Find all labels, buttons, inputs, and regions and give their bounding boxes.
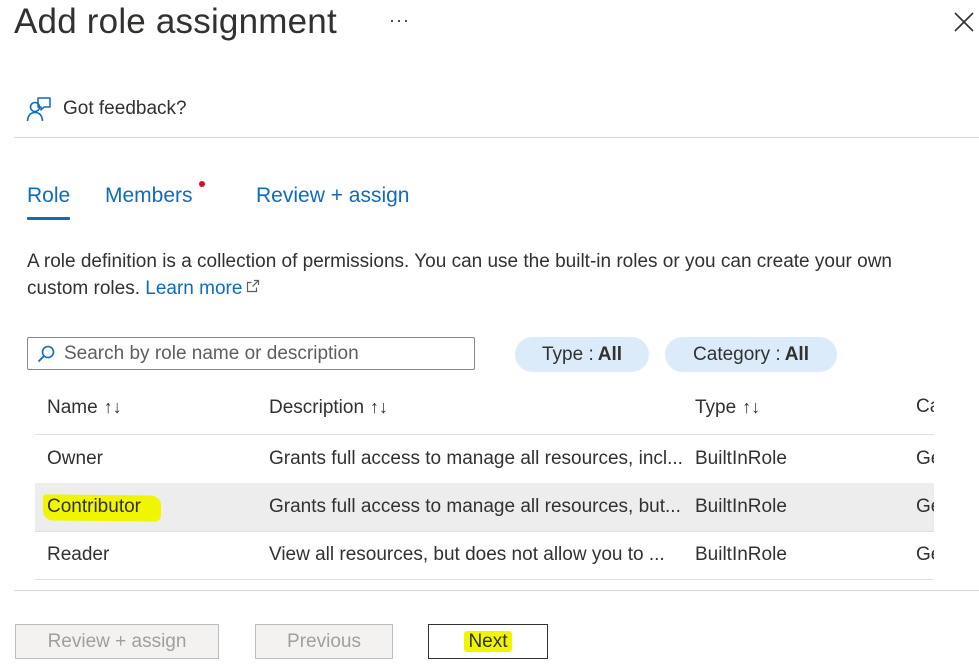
- column-header-description[interactable]: Description ↑↓: [269, 385, 388, 433]
- role-name: Reader: [47, 544, 110, 565]
- column-header-type[interactable]: Type ↑↓: [695, 385, 760, 433]
- table-header-row: Name↑↓ Description↑↓ Type↑↓ Ca: [35, 385, 934, 435]
- tab-review-assign-label: Review + assign: [256, 184, 410, 207]
- table-row-owner[interactable]: Owner Grants full access to manage all r…: [35, 435, 934, 484]
- tab-role-label: Role: [27, 184, 71, 207]
- role-type: BuiltInRole: [695, 544, 787, 565]
- role-description-text: A role definition is a collection of per…: [27, 248, 932, 302]
- more-options-button[interactable]: ···: [389, 10, 410, 31]
- column-header-category-label: Ca: [916, 396, 934, 417]
- page-title: Add role assignment: [14, 2, 337, 41]
- column-header-name[interactable]: Name ↑↓: [47, 385, 122, 433]
- role-category: Ge: [916, 544, 934, 565]
- external-link-icon: [247, 279, 260, 293]
- sort-arrows-icon[interactable]: ↑↓: [742, 397, 760, 417]
- table-row-reader[interactable]: Reader View all resources, but does not …: [35, 531, 934, 580]
- role-description: View all resources, but does not allow y…: [269, 544, 665, 565]
- role-category: Ge: [916, 496, 934, 517]
- tab-members[interactable]: Members: [105, 184, 193, 208]
- type-filter-value: All: [597, 343, 623, 365]
- role-search-box[interactable]: [27, 337, 475, 370]
- review-assign-button[interactable]: Review + assign: [15, 624, 219, 659]
- previous-button[interactable]: Previous: [255, 624, 393, 659]
- footer-divider: [14, 590, 979, 591]
- column-header-type-label: Type: [695, 397, 737, 418]
- members-notification-dot: [199, 181, 205, 187]
- role-name: Contributor: [47, 496, 141, 517]
- close-button[interactable]: [952, 10, 976, 34]
- category-filter-label: Category :: [693, 343, 781, 365]
- sort-arrows-icon[interactable]: ↑↓: [104, 397, 122, 417]
- next-button-label: Next: [468, 630, 508, 652]
- learn-more-link[interactable]: Learn more: [145, 278, 260, 299]
- type-filter-pill[interactable]: Type : All: [515, 337, 649, 372]
- feedback-person-icon: [26, 97, 51, 122]
- tab-members-label: Members: [105, 184, 193, 207]
- column-header-category[interactable]: Ca: [916, 385, 934, 433]
- feedback-link[interactable]: Got feedback?: [26, 96, 187, 122]
- tab-review-assign[interactable]: Review + assign: [256, 184, 410, 208]
- next-button-highlight: Next: [464, 630, 512, 653]
- role-type: BuiltInRole: [695, 448, 787, 469]
- role-description: Grants full access to manage all resourc…: [269, 448, 683, 469]
- role-type: BuiltInRole: [695, 496, 787, 517]
- role-category: Ge: [916, 448, 934, 469]
- table-row-contributor[interactable]: Contributor Grants full access to manage…: [35, 483, 934, 532]
- next-button[interactable]: Next: [428, 624, 548, 659]
- close-icon: [954, 12, 974, 32]
- column-header-description-label: Description: [269, 397, 365, 418]
- header-divider: [14, 137, 979, 138]
- learn-more-label: Learn more: [145, 278, 243, 299]
- tab-role[interactable]: Role: [27, 184, 71, 220]
- roles-table: Name↑↓ Description↑↓ Type↑↓ Ca Owner Gra…: [35, 385, 934, 580]
- search-icon: [37, 345, 55, 362]
- role-name: Owner: [47, 448, 103, 469]
- feedback-label: Got feedback?: [63, 98, 187, 119]
- type-filter-label: Type :: [541, 343, 594, 365]
- role-description: Grants full access to manage all resourc…: [269, 496, 681, 517]
- category-filter-value: All: [784, 343, 809, 365]
- tab-active-indicator: [27, 217, 71, 220]
- sort-arrows-icon[interactable]: ↑↓: [370, 397, 388, 417]
- role-search-input[interactable]: [64, 342, 464, 365]
- category-filter-pill[interactable]: Category : All: [665, 337, 837, 372]
- column-header-name-label: Name: [47, 397, 98, 418]
